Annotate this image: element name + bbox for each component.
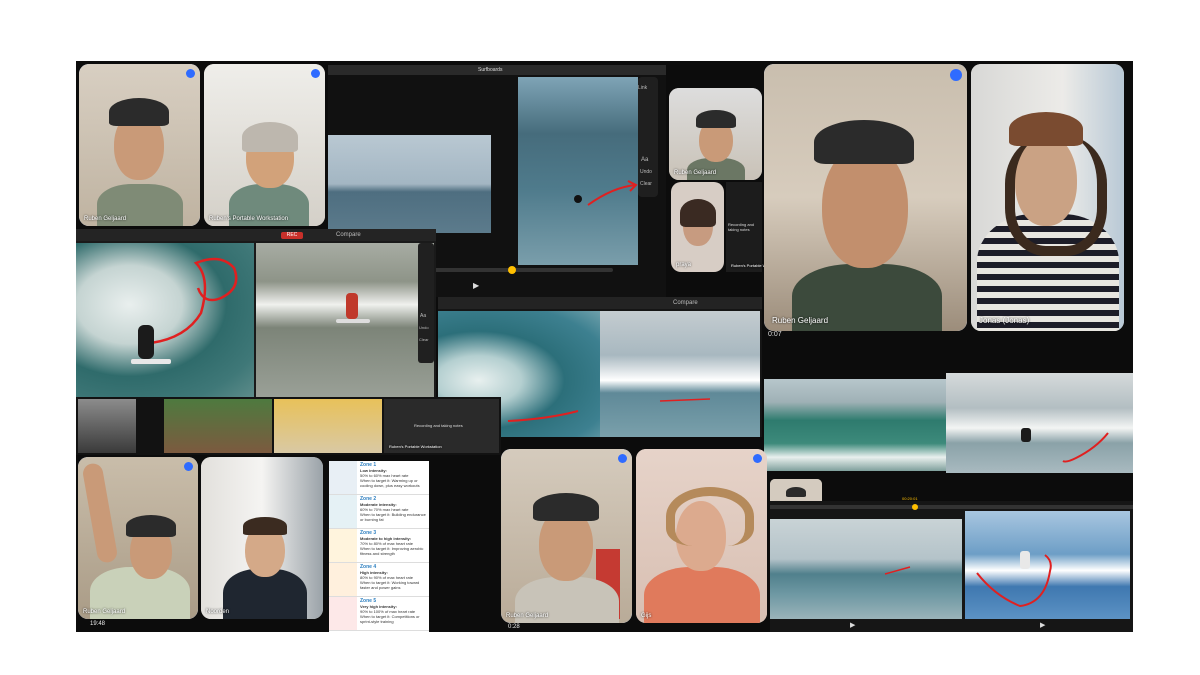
participant-name: Ruben Geljaard bbox=[83, 609, 126, 615]
participant-name: Jonas (Jonas) bbox=[979, 316, 1030, 325]
annotation-curve bbox=[1021, 428, 1109, 463]
participant-tile-4[interactable]: praya bbox=[671, 182, 724, 272]
speaking-indicator-icon bbox=[618, 454, 627, 463]
participant-tile-7[interactable]: Jonas (Jonas) bbox=[971, 64, 1124, 331]
participant-tile-1[interactable]: Ruben Geljaard bbox=[79, 64, 200, 226]
compare-window-left: Compare REC Aa Undo Clear bbox=[76, 229, 436, 397]
zone-row: Zone 5 Very high intensity: 90% to 100% of… bbox=[329, 597, 429, 631]
speaking-indicator-icon bbox=[184, 462, 193, 471]
participant-name: Ruben's Portable Workstation bbox=[389, 444, 442, 449]
mini-call-tile-1[interactable] bbox=[164, 399, 272, 453]
zone-row: Zone 1 Low intensity: 50% to 60% max heart… bbox=[329, 461, 429, 495]
speaking-indicator-icon bbox=[311, 69, 320, 78]
participant-tile-2[interactable]: Ruben's Portable Workstation bbox=[204, 64, 325, 226]
clear-button-2[interactable]: Clear bbox=[419, 337, 429, 342]
play-icon-3[interactable]: ▶ bbox=[1040, 621, 1045, 629]
text-tool-button[interactable]: Aa bbox=[641, 157, 648, 163]
participant-name: Ruben Geljaard bbox=[772, 316, 829, 325]
surf-video-left[interactable] bbox=[328, 135, 491, 233]
elapsed-time-1: 0:07 bbox=[768, 331, 782, 338]
recording-note: Recording and taking notes bbox=[728, 222, 755, 232]
window-title: Surfboards bbox=[478, 67, 503, 73]
annotation-line-3 bbox=[884, 566, 911, 575]
speaking-indicator-icon bbox=[950, 69, 962, 81]
compare-window-right: 00:20:01 ▶ ▶ bbox=[770, 496, 1133, 632]
clear-button[interactable]: Clear bbox=[640, 181, 652, 187]
zone-when: When to target it: Warming up or cooling… bbox=[360, 478, 420, 488]
participant-name: praya bbox=[676, 262, 692, 268]
participant-name: Noorden bbox=[206, 609, 230, 615]
zone-when: When to target it: Improving aerobic fit… bbox=[360, 546, 424, 556]
compare-label[interactable]: Compare bbox=[336, 232, 361, 238]
play-icon-2[interactable]: ▶ bbox=[850, 621, 855, 629]
participant-name: Ruben Geljaard bbox=[674, 170, 717, 176]
heart-rate-zones-panel: Zone 1 Low intensity: 50% to 60% max heart… bbox=[329, 461, 429, 632]
zone-illustration bbox=[329, 563, 357, 596]
zone-when: When to target it: Building endurance or… bbox=[360, 512, 426, 522]
participant-name: Gijs bbox=[641, 613, 652, 619]
participant-name: Ruben Geljaard bbox=[506, 613, 549, 619]
annotation-line-2 bbox=[659, 398, 711, 402]
annotation-arrow bbox=[574, 180, 638, 206]
zone-row: Zone 2 Moderate intensity: 60% to 70% max … bbox=[329, 495, 429, 529]
annotation-curve-2 bbox=[976, 551, 1052, 608]
zone-when: When to target it: Competitions or sprin… bbox=[360, 614, 420, 624]
participant-name: Ruben Geljaard bbox=[84, 216, 127, 222]
zone-illustration bbox=[329, 495, 357, 528]
annotation-drawing bbox=[131, 257, 238, 364]
surfer-figure bbox=[336, 293, 370, 323]
participant-tile-5[interactable]: Recording and taking notes Ruben's Porta… bbox=[726, 182, 784, 272]
scrub-time: 00:20:01 bbox=[902, 496, 918, 501]
zone-illustration bbox=[329, 597, 357, 630]
mini-call-tile-2[interactable] bbox=[274, 399, 382, 453]
zone-illustration bbox=[329, 461, 357, 494]
participant-tile-3[interactable]: Ruben Geljaard bbox=[669, 88, 762, 180]
participant-tile-13[interactable]: Noorden bbox=[201, 457, 323, 619]
zone-illustration bbox=[329, 529, 357, 562]
mini-call-tile-3[interactable]: Recording and taking notes Ruben's Porta… bbox=[384, 399, 499, 453]
text-tool-button-2[interactable]: Aa bbox=[420, 313, 426, 319]
rec-badge: REC bbox=[281, 232, 303, 239]
surf-video-wave-5[interactable] bbox=[764, 379, 946, 471]
participant-tile-10[interactable]: Ruben Geljaard bbox=[501, 449, 632, 623]
speaking-indicator-icon bbox=[753, 454, 762, 463]
undo-button-2[interactable]: Undo bbox=[419, 325, 429, 330]
link-button[interactable]: Link bbox=[638, 85, 647, 91]
timeline-scrubber-2[interactable] bbox=[912, 504, 918, 510]
participant-tile-6[interactable]: Ruben Geljaard bbox=[764, 64, 967, 331]
compare-label-2[interactable]: Compare bbox=[673, 300, 698, 306]
participant-name: Ruben's Portable Workstation bbox=[209, 216, 289, 222]
participant-tile-11[interactable]: Gijs bbox=[636, 449, 767, 623]
speaking-indicator-icon bbox=[186, 69, 195, 78]
elapsed-time-2: 0:28 bbox=[508, 624, 520, 630]
mini-video-1[interactable] bbox=[78, 399, 136, 453]
undo-button[interactable]: Undo bbox=[640, 169, 652, 175]
play-icon[interactable]: ▶ bbox=[473, 281, 479, 290]
elapsed-time-3: 19:48 bbox=[90, 621, 106, 627]
recording-note-2: Recording and taking notes bbox=[414, 423, 463, 428]
zone-when: When to target it: Working toward faster… bbox=[360, 580, 420, 590]
zone-row: Zone 4 High intensity: 80% to 90% of max h… bbox=[329, 563, 429, 597]
mini-window-strip: Recording and taking notes Ruben's Porta… bbox=[76, 397, 501, 455]
screenshot-collage: Ruben Geljaard Ruben's Portable Workstat… bbox=[76, 61, 1133, 632]
participant-tile-8[interactable]: Ruben Geljaard bbox=[78, 457, 198, 619]
zone-row: Zone 3 Moderate to high intensity: 70% to … bbox=[329, 529, 429, 563]
timeline-scrubber[interactable] bbox=[508, 266, 516, 274]
